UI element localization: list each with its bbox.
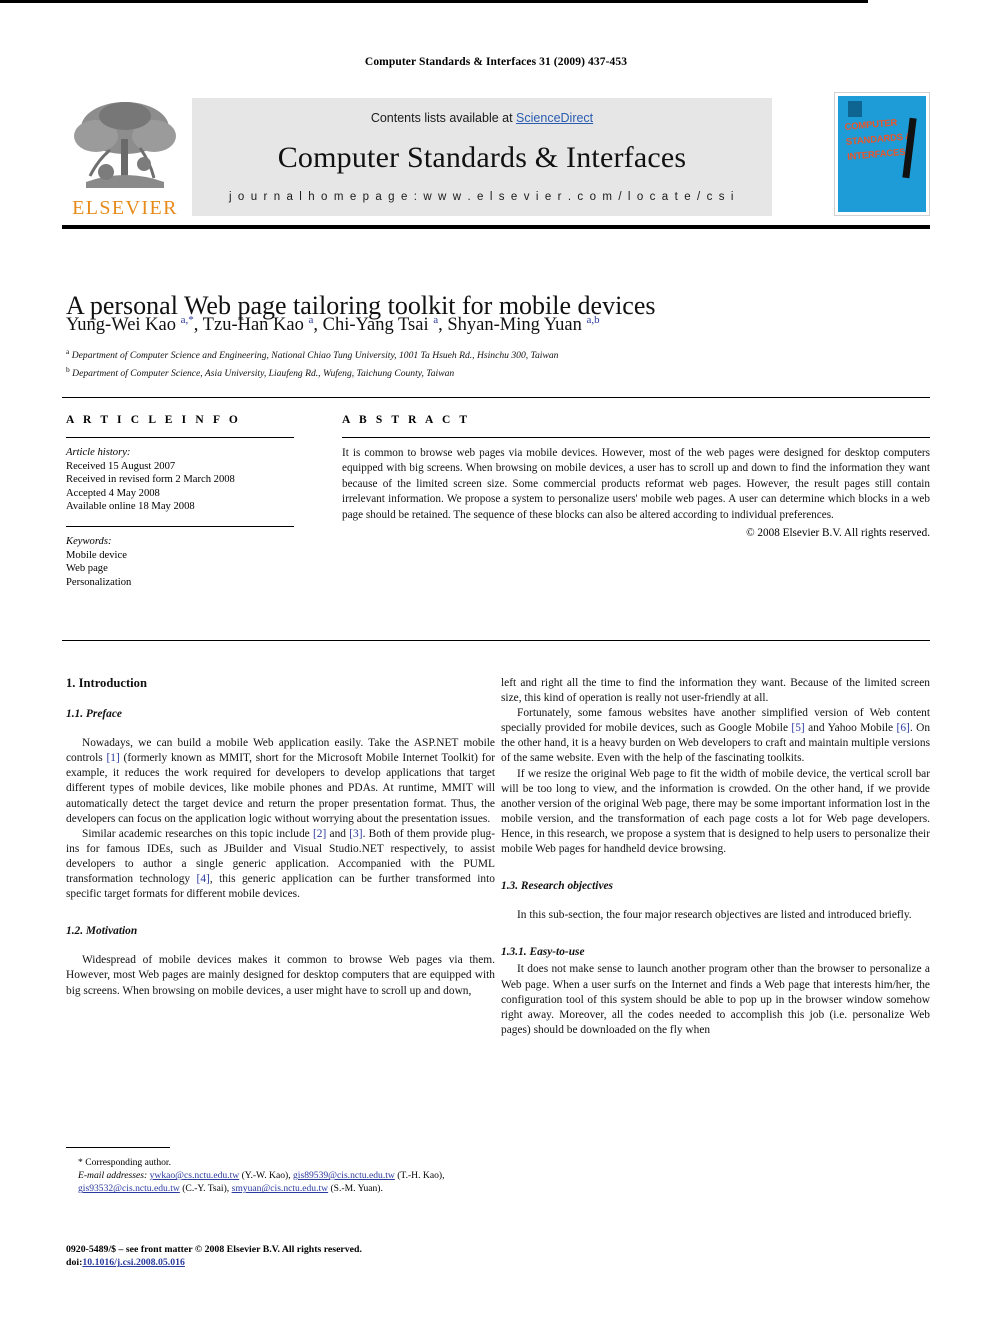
citation-ref-2[interactable]: [2] <box>313 828 326 840</box>
contents-line: Contents lists available at ScienceDirec… <box>192 111 772 125</box>
history-item: Received in revised form 2 March 2008 <box>66 474 235 486</box>
keywords-rule <box>66 525 294 527</box>
citation-ref-6[interactable]: [6] <box>897 722 910 734</box>
abstract-body: It is common to browse web pages via mob… <box>342 447 930 521</box>
affiliation-b: b Department of Computer Science, Asia U… <box>66 363 926 381</box>
journal-homepage[interactable]: j o u r n a l h o m e p a g e : w w w . … <box>192 191 772 203</box>
contents-prefix: Contents lists available at <box>370 111 517 125</box>
paragraph: It does not make sense to launch another… <box>501 963 930 1036</box>
affiliation-a: a Department of Computer Science and Eng… <box>66 345 926 363</box>
para-text: and Yahoo Mobile <box>804 722 897 735</box>
abstract-copyright: © 2008 Elsevier B.V. All rights reserved… <box>746 527 930 540</box>
email-owner-2: (T.-H. Kao), <box>394 1170 445 1182</box>
elsevier-tree-icon <box>74 102 176 188</box>
subsection-heading-1-1: 1.1. Preface <box>66 708 122 721</box>
elsevier-mark-icon <box>848 101 862 117</box>
affil-marker-a: a <box>66 347 70 356</box>
paragraph: Nowadays, we can build a mobile Web appl… <box>66 736 495 827</box>
article-page: Computer Standards & Interfaces 31 (2009… <box>0 0 992 1323</box>
author-affil-marker: a <box>308 314 314 326</box>
para-text: and <box>326 827 350 840</box>
doi-line: doi:10.1016/j.csi.2008.05.016 <box>66 1256 526 1269</box>
imprint-block: 0920-5489/$ – see front matter © 2008 El… <box>66 1243 526 1270</box>
doi-label: doi: <box>66 1257 83 1269</box>
keyword-item: Web page <box>66 563 108 575</box>
sciencedirect-banner: Contents lists available at ScienceDirec… <box>192 98 772 216</box>
email-link-4[interactable]: smyuan@cis.nctu.edu.tw <box>232 1183 329 1194</box>
citation-ref-5[interactable]: [5] <box>791 722 804 734</box>
email-addresses-note: E-mail addresses: ywkao@cs.nctu.edu.tw (… <box>66 1169 495 1195</box>
email-owner-4: (S.-M. Yuan). <box>328 1183 383 1195</box>
para-text: (formerly known as MMIT, short for the M… <box>66 752 495 825</box>
elsevier-logo: ELSEVIER <box>66 94 184 220</box>
history-label: Article history: <box>66 447 131 458</box>
author-affil-marker: a <box>433 314 439 326</box>
affil-marker-b: b <box>66 364 70 374</box>
article-info-rule <box>66 437 294 438</box>
email-link-2[interactable]: gis89539@cis.nctu.edu.tw <box>293 1170 395 1181</box>
info-band-bottom-rule <box>62 640 930 641</box>
paragraph: Similar academic researches on this topi… <box>66 827 495 902</box>
author-affil-marker: a,b <box>586 314 600 326</box>
email-owner-1: (Y.-W. Kao), <box>239 1170 293 1182</box>
running-head: Computer Standards & Interfaces 31 (2009… <box>364 56 628 68</box>
article-history: Article history: Received 15 August 2007… <box>66 446 294 514</box>
masthead: ELSEVIER Contents lists available at Sci… <box>62 88 930 220</box>
article-info-column: A R T I C L E I N F O Article history: R… <box>66 414 294 589</box>
author-affil-marker: a,* <box>180 314 194 326</box>
email-link-3[interactable]: gis93532@cis.nctu.edu.tw <box>78 1183 180 1194</box>
body-column-left: 1. Introduction 1.1. Preface Nowadays, w… <box>66 676 495 999</box>
email-owner-3: (C.-Y. Tsai), <box>179 1183 232 1195</box>
abstract-rule <box>342 437 930 438</box>
doi-link[interactable]: 10.1016/j.csi.2008.05.016 <box>82 1257 185 1268</box>
keywords-block: Keywords: Mobile device Web page Persona… <box>66 535 294 589</box>
paragraph: In this sub-section, the four major rese… <box>517 909 912 922</box>
keyword-item: Personalization <box>66 576 132 588</box>
masthead-top-rule <box>0 0 868 3</box>
elsevier-wordmark: ELSEVIER <box>72 197 178 219</box>
email-label: E-mail addresses: <box>78 1170 148 1182</box>
email-link-1[interactable]: ywkao@cs.nctu.edu.tw <box>150 1170 240 1181</box>
abstract-heading: A B S T R A C T <box>342 414 471 426</box>
author-list: Yung-Wei Kao a,*, Tzu-Han Kao a, Chi-Yan… <box>66 314 600 336</box>
history-item: Available online 18 May 2008 <box>66 501 195 513</box>
paragraph: Fortunately, some famous websites have a… <box>501 706 930 766</box>
masthead-bottom-rule <box>62 225 930 229</box>
subsection-heading-1-2: 1.2. Motivation <box>66 925 138 938</box>
body-column-right: left and right all the time to find the … <box>501 676 930 1038</box>
journal-cover-thumbnail: COMPUTER STANDARDS & INTERFACES <box>834 92 930 216</box>
info-band-top-rule <box>62 397 930 398</box>
affiliations: a Department of Computer Science and Eng… <box>66 345 926 380</box>
article-info-heading: A R T I C L E I N F O <box>66 414 241 426</box>
section-heading-1: 1. Introduction <box>66 676 147 690</box>
subsection-heading-1-3-1: 1.3.1. Easy-to-use <box>501 946 585 959</box>
history-item: Accepted 4 May 2008 <box>66 487 160 499</box>
abstract-column: A B S T R A C T It is common to browse w… <box>342 414 930 539</box>
paragraph: Widespread of mobile devices makes it co… <box>66 954 495 997</box>
citation-ref-1[interactable]: [1] <box>106 752 119 764</box>
keyword-item: Mobile device <box>66 549 127 561</box>
issn-front-matter: 0920-5489/$ – see front matter © 2008 El… <box>66 1244 362 1255</box>
affiliation-b-text: Department of Computer Science, Asia Uni… <box>72 367 455 379</box>
subsection-heading-1-3: 1.3. Research objectives <box>501 880 613 893</box>
paragraph: left and right all the time to find the … <box>501 677 930 705</box>
journal-title: Computer Standards & Interfaces <box>277 141 687 174</box>
footnote-rule <box>66 1147 170 1148</box>
para-text: Similar academic researches on this topi… <box>82 827 313 840</box>
corresponding-author-note: * Corresponding author. <box>78 1157 171 1168</box>
sciencedirect-link[interactable]: ScienceDirect <box>516 111 593 125</box>
journal-cover-art: COMPUTER STANDARDS & INTERFACES <box>838 96 926 212</box>
footnotes: * Corresponding author. E-mail addresses… <box>66 1156 495 1196</box>
paragraph: If we resize the original Web page to fi… <box>501 767 930 856</box>
history-item: Received 15 August 2007 <box>66 460 176 472</box>
affiliation-a-text: Department of Computer Science and Engin… <box>71 350 559 362</box>
citation-ref-3[interactable]: [3] <box>349 828 362 840</box>
citation-ref-4[interactable]: [4] <box>197 873 210 885</box>
keywords-label: Keywords: <box>66 535 112 547</box>
